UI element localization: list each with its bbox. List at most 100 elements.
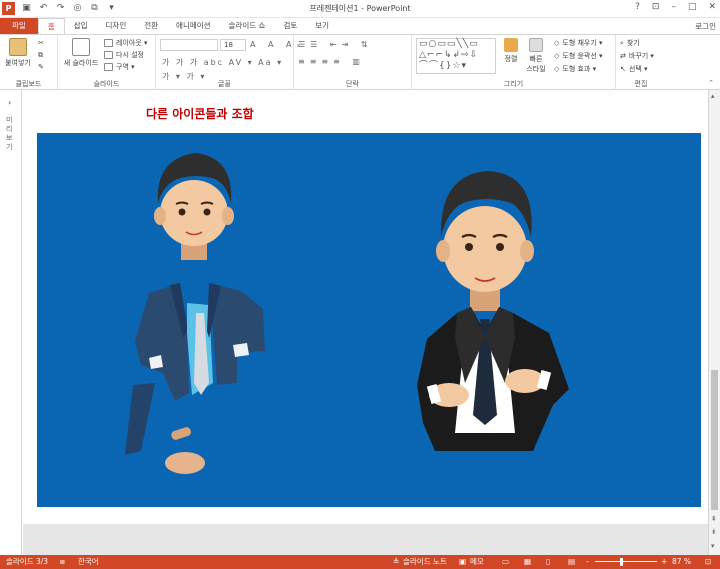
title-bar: P ▣ ↶ ↷ ◎ ⧉ ▾ 프레젠테이션1 - PowerPoint ? ⊡ –… <box>0 0 720 18</box>
scrollbar-thumb[interactable] <box>711 370 718 510</box>
reset-label: 다시 설정 <box>116 51 144 59</box>
comments-icon: ▣ <box>459 557 467 566</box>
fill-icon: ◇ <box>554 39 560 47</box>
select-label: 선택 ▾ <box>628 65 648 73</box>
replace-icon: ⇄ <box>620 52 626 60</box>
group-clipboard: 붙여넣기 ✂ ⧉ ✎ 클립보드 <box>0 35 58 90</box>
tab-animations[interactable]: 애니메이션 <box>167 18 220 34</box>
slide-canvas[interactable]: 다른 아이콘들과 조합 <box>23 90 708 524</box>
slide-editor: 다른 아이콘들과 조합 <box>23 90 708 555</box>
zoom-in-button[interactable]: + <box>661 555 667 569</box>
font-name-input[interactable] <box>160 39 218 51</box>
find-icon: ⌕ <box>620 38 624 47</box>
notes-button[interactable]: 슬라이드 노트 <box>403 555 447 569</box>
section-button[interactable]: 구역 ▾ <box>104 62 135 72</box>
new-slide-button[interactable]: 새 슬라이드 <box>60 38 102 68</box>
scroll-up-icon[interactable]: ▴ <box>711 92 715 100</box>
quick-styles-icon <box>529 38 543 52</box>
shape-effects-button[interactable]: ◇ 도형 효과 ▾ <box>554 64 596 74</box>
font-size-input[interactable]: 18 <box>220 39 246 51</box>
businessmen-illustration <box>125 153 569 474</box>
maximize-button[interactable]: □ <box>688 2 697 12</box>
cut-icon[interactable]: ✂ <box>38 39 44 47</box>
tab-review[interactable]: 검토 <box>274 18 306 34</box>
list-buttons[interactable]: ☰☰ ⇤⇥ ⇅ <box>298 40 373 49</box>
quick-styles-label: 빠른 스타일 <box>526 55 546 73</box>
ribbon: 붙여넣기 ✂ ⧉ ✎ 클립보드 새 슬라이드 레이아웃 ▾ 다시 설정 구역 ▾… <box>0 34 720 90</box>
paste-label: 붙여넣기 <box>5 59 31 67</box>
group-editing: ⌕ 찾기 ⇄ 바꾸기 ▾ ↖ 선택 ▾ 편집 <box>616 35 666 90</box>
reset-button[interactable]: 다시 설정 <box>104 50 144 60</box>
zoom-slider-thumb[interactable] <box>620 558 623 566</box>
help-icon[interactable]: ? <box>635 2 640 12</box>
arrange-button[interactable]: 정렬 <box>500 38 522 64</box>
slide-image[interactable] <box>37 133 701 507</box>
replace-button[interactable]: ⇄ 바꾸기 ▾ <box>620 51 654 61</box>
paste-button[interactable]: 붙여넣기 <box>3 38 33 68</box>
prev-slide-icon[interactable]: ⇞ <box>711 515 717 523</box>
effects-icon: ◇ <box>554 65 560 73</box>
notes-icon: ≜ <box>393 557 400 566</box>
normal-view-icon[interactable]: ▭ <box>502 555 509 569</box>
close-button[interactable]: ✕ <box>708 2 716 12</box>
scroll-down-icon[interactable]: ▾ <box>711 542 715 550</box>
layout-button[interactable]: 레이아웃 ▾ <box>104 38 148 48</box>
tab-view[interactable]: 보기 <box>306 18 338 34</box>
expand-thumbnails-icon[interactable]: › <box>8 98 11 107</box>
shape-outline-button[interactable]: ◇ 도형 윤곽선 ▾ <box>554 51 603 61</box>
quick-styles-button[interactable]: 빠른 스타일 <box>522 38 550 74</box>
slide-sorter-icon[interactable]: ▦ <box>524 555 531 569</box>
language-indicator[interactable]: 한국어 <box>78 555 99 569</box>
layout-label: 레이아웃 ▾ <box>116 39 148 47</box>
spellcheck-icon[interactable]: ⧈ <box>60 555 65 569</box>
group-label-paragraph: 단락 <box>346 80 359 88</box>
collapse-ribbon-icon[interactable]: ⌃ <box>708 79 714 87</box>
zoom-level[interactable]: 87 % <box>672 555 691 569</box>
slideshow-view-icon[interactable]: ▤ <box>568 555 575 569</box>
tab-slideshow[interactable]: 슬라이드 쇼 <box>220 18 275 34</box>
vertical-scrollbar[interactable]: ▴ ⇞ ⇟ ▾ <box>708 90 720 555</box>
tab-transitions[interactable]: 전환 <box>135 18 167 34</box>
select-icon: ↖ <box>620 65 626 73</box>
find-button[interactable]: ⌕ 찾기 <box>620 38 640 48</box>
comments-button[interactable]: 메모 <box>470 555 484 569</box>
arrange-label: 정렬 <box>504 55 518 63</box>
find-label: 찾기 <box>626 39 640 47</box>
group-drawing: ▭○▭▭╲╲▭ △⌐⌐↳↲⇨⇩ ⌒⌒{}☆▾ 정렬 빠른 스타일 ◇ 도형 채우기 ▾… <box>412 35 616 90</box>
minimize-button[interactable]: – <box>671 2 676 12</box>
copy-icon[interactable]: ⧉ <box>38 51 43 60</box>
powerpoint-window: P ▣ ↶ ↷ ◎ ⧉ ▾ 프레젠테이션1 - PowerPoint ? ⊡ –… <box>0 0 720 569</box>
ribbon-display-icon[interactable]: ⊡ <box>652 2 660 12</box>
arrange-icon <box>504 38 518 52</box>
reset-icon <box>104 51 113 59</box>
zoom-slider[interactable] <box>595 561 657 562</box>
slide-title[interactable]: 다른 아이콘들과 조합 <box>146 105 254 122</box>
left-figure <box>125 153 265 474</box>
tab-insert[interactable]: 삽입 <box>65 18 97 34</box>
group-paragraph: ☰☰ ⇤⇥ ⇅ ≡≡≡≡ ▥ 단락 <box>294 35 412 90</box>
reading-view-icon[interactable]: ▯ <box>546 555 550 569</box>
align-buttons[interactable]: ≡≡≡≡ ▥ <box>298 57 365 66</box>
shape-fill-button[interactable]: ◇ 도형 채우기 ▾ <box>554 38 603 48</box>
clipboard-icon <box>9 38 27 56</box>
tab-home[interactable]: 홈 <box>37 18 65 34</box>
select-button[interactable]: ↖ 선택 ▾ <box>620 64 648 74</box>
zoom-out-button[interactable]: - <box>586 555 589 569</box>
tab-design[interactable]: 디자인 <box>97 18 136 34</box>
group-slides: 새 슬라이드 레이아웃 ▾ 다시 설정 구역 ▾ 슬라이드 <box>58 35 156 90</box>
group-label-clipboard: 클립보드 <box>15 80 42 88</box>
tab-file[interactable]: 파일 <box>0 18 38 34</box>
group-label-slides: 슬라이드 <box>93 80 120 88</box>
outline-icon: ◇ <box>554 52 560 60</box>
thumbnails-vertical-label: 미리보기 <box>6 116 13 151</box>
status-bar: 슬라이드 3/3 ⧈ 한국어 ≜ 슬라이드 노트 ▣ 메모 ▭ ▦ ▯ ▤ - … <box>0 555 720 569</box>
fit-slide-icon[interactable]: ⊡ <box>705 555 711 569</box>
next-slide-icon[interactable]: ⇟ <box>711 528 717 536</box>
window-title: 프레젠테이션1 - PowerPoint <box>309 4 411 13</box>
signin-link[interactable]: 로그인 <box>695 21 716 32</box>
format-painter-icon[interactable]: ✎ <box>38 63 44 71</box>
font-format-buttons[interactable]: 가 가 가 abc AV ▾ Aa ▾ <box>162 57 283 68</box>
group-font: 18 A A Aₓ 가 가 가 abc AV ▾ Aa ▾ 가 ▾ 가 ▾ 글꼴 <box>156 35 300 90</box>
shape-fill-label: 도형 채우기 ▾ <box>562 39 603 47</box>
shapes-gallery[interactable]: ▭○▭▭╲╲▭ △⌐⌐↳↲⇨⇩ ⌒⌒{}☆▾ <box>416 38 496 74</box>
